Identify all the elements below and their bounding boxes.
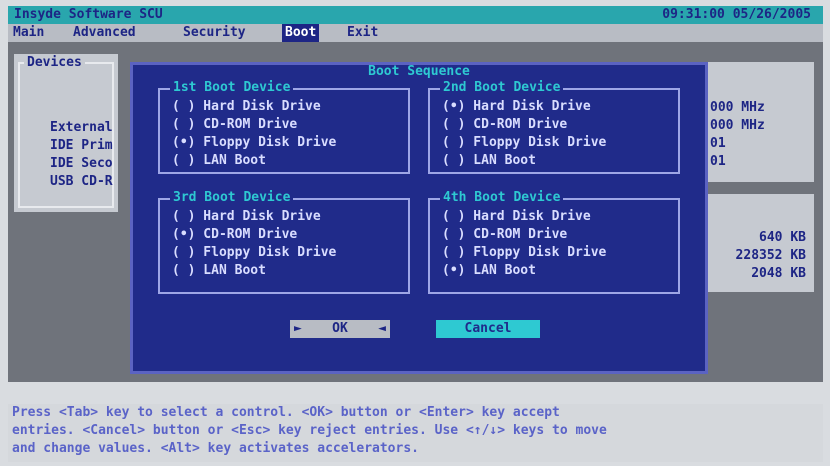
- cancel-label: Cancel: [464, 321, 512, 336]
- option-cd-rom[interactable]: ( ) CD-ROM Drive: [442, 116, 567, 134]
- option-lan-boot[interactable]: (•) LAN Boot: [442, 262, 536, 280]
- option-cd-rom[interactable]: ( ) CD-ROM Drive: [442, 226, 567, 244]
- title-bar: Insyde Software SCU 09:31:00 05/26/2005: [8, 6, 823, 24]
- ok-button[interactable]: ► OK ◄: [290, 320, 390, 338]
- bios-screen: Insyde Software SCU 09:31:00 05/26/2005 …: [0, 0, 830, 466]
- menu-exit[interactable]: Exit: [344, 24, 381, 42]
- group-label: 1st Boot Device: [170, 80, 294, 96]
- option-lan-boot[interactable]: ( ) LAN Boot: [172, 152, 266, 170]
- device-row: IDE Prim: [50, 138, 113, 153]
- option-hard-disk[interactable]: ( ) Hard Disk Drive: [172, 208, 321, 226]
- ok-label: OK: [332, 321, 348, 336]
- option-cd-rom[interactable]: ( ) CD-ROM Drive: [172, 116, 297, 134]
- help-bar: Press <Tab> key to select a control. <OK…: [8, 404, 823, 462]
- option-floppy[interactable]: ( ) Floppy Disk Drive: [442, 134, 606, 152]
- cancel-button[interactable]: Cancel: [436, 320, 540, 338]
- devices-label: Devices: [24, 55, 85, 71]
- device-row: USB CD-R: [50, 174, 113, 189]
- menu-bar: Main Advanced Security Boot Exit: [8, 24, 823, 42]
- boot-sequence-dialog: Boot Sequence 1st Boot Device ( ) Hard D…: [130, 62, 708, 374]
- right-pointer-icon: ►: [294, 321, 302, 336]
- info-value: 01: [710, 154, 726, 169]
- option-hard-disk[interactable]: ( ) Hard Disk Drive: [172, 98, 321, 116]
- memory-value: 640 KB: [759, 230, 806, 245]
- time-readout: 09:31:00: [662, 7, 725, 22]
- info-panel-bottom: 640 KB 228352 KB 2048 KB: [704, 194, 814, 292]
- info-panel-top: 000 MHz 000 MHz 01 01: [704, 62, 814, 182]
- option-hard-disk[interactable]: ( ) Hard Disk Drive: [442, 208, 591, 226]
- menu-main[interactable]: Main: [10, 24, 47, 42]
- option-floppy[interactable]: ( ) Floppy Disk Drive: [172, 244, 336, 262]
- date-readout: 05/26/2005: [732, 7, 811, 22]
- dialog-title: Boot Sequence: [368, 64, 470, 79]
- option-hard-disk[interactable]: (•) Hard Disk Drive: [442, 98, 591, 116]
- help-line: and change values. <Alt> key activates a…: [12, 441, 419, 456]
- group-label: 2nd Boot Device: [440, 80, 564, 96]
- memory-value: 228352 KB: [735, 248, 806, 263]
- left-pointer-icon: ◄: [378, 321, 386, 336]
- boot-device-group-4: 4th Boot Device ( ) Hard Disk Drive ( ) …: [428, 190, 680, 294]
- group-label: 4th Boot Device: [440, 190, 564, 206]
- info-value: 000 MHz: [710, 100, 765, 115]
- devices-panel: Devices External IDE Prim IDE Seco USB C…: [14, 54, 118, 212]
- info-value: 000 MHz: [710, 118, 765, 133]
- device-row: IDE Seco: [50, 156, 113, 171]
- info-value: 01: [710, 136, 726, 151]
- help-line: Press <Tab> key to select a control. <OK…: [12, 405, 560, 420]
- option-cd-rom[interactable]: (•) CD-ROM Drive: [172, 226, 297, 244]
- menu-advanced[interactable]: Advanced: [70, 24, 139, 42]
- boot-device-group-2: 2nd Boot Device (•) Hard Disk Drive ( ) …: [428, 80, 680, 174]
- group-label: 3rd Boot Device: [170, 190, 294, 206]
- boot-device-group-1: 1st Boot Device ( ) Hard Disk Drive ( ) …: [158, 80, 410, 174]
- menu-security[interactable]: Security: [180, 24, 249, 42]
- option-floppy[interactable]: (•) Floppy Disk Drive: [172, 134, 336, 152]
- memory-value: 2048 KB: [751, 266, 806, 281]
- clock-readout: 09:31:00 05/26/2005: [662, 6, 811, 24]
- vendor-title: Insyde Software SCU: [14, 7, 163, 22]
- menu-boot[interactable]: Boot: [282, 24, 320, 42]
- device-row: External: [50, 120, 113, 135]
- boot-device-group-3: 3rd Boot Device ( ) Hard Disk Drive (•) …: [158, 190, 410, 294]
- option-lan-boot[interactable]: ( ) LAN Boot: [172, 262, 266, 280]
- help-line: entries. <Cancel> button or <Esc> key re…: [12, 423, 607, 438]
- option-lan-boot[interactable]: ( ) LAN Boot: [442, 152, 536, 170]
- option-floppy[interactable]: ( ) Floppy Disk Drive: [442, 244, 606, 262]
